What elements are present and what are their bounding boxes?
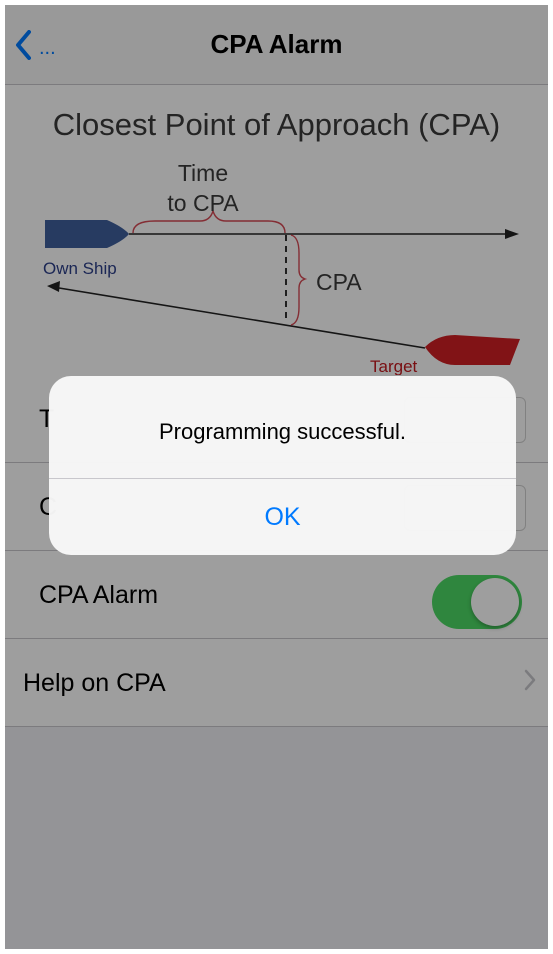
ok-button[interactable]: OK [49, 479, 516, 555]
alert-dialog: Programming successful. OK [49, 376, 516, 555]
screen: ... CPA Alarm Closest Point of Approach … [5, 5, 548, 949]
alert-message: Programming successful. [159, 419, 406, 444]
